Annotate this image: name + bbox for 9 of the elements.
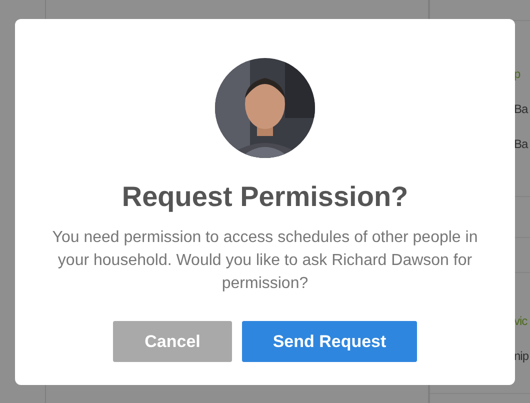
send-request-button[interactable]: Send Request (242, 321, 417, 362)
dialog-message: You need permission to access schedules of other people in your household. Would you like to ask Richard Dawson for permission? (51, 228, 479, 294)
list-item[interactable]: Ba (514, 136, 530, 153)
dialog-title: Request Permission? (122, 180, 408, 214)
list-item[interactable]: Ba (514, 101, 530, 118)
cancel-button[interactable]: Cancel (113, 321, 232, 362)
list-item[interactable]: nip (514, 348, 530, 365)
section-heading: vic (514, 313, 528, 330)
section-heading: p (514, 66, 522, 83)
